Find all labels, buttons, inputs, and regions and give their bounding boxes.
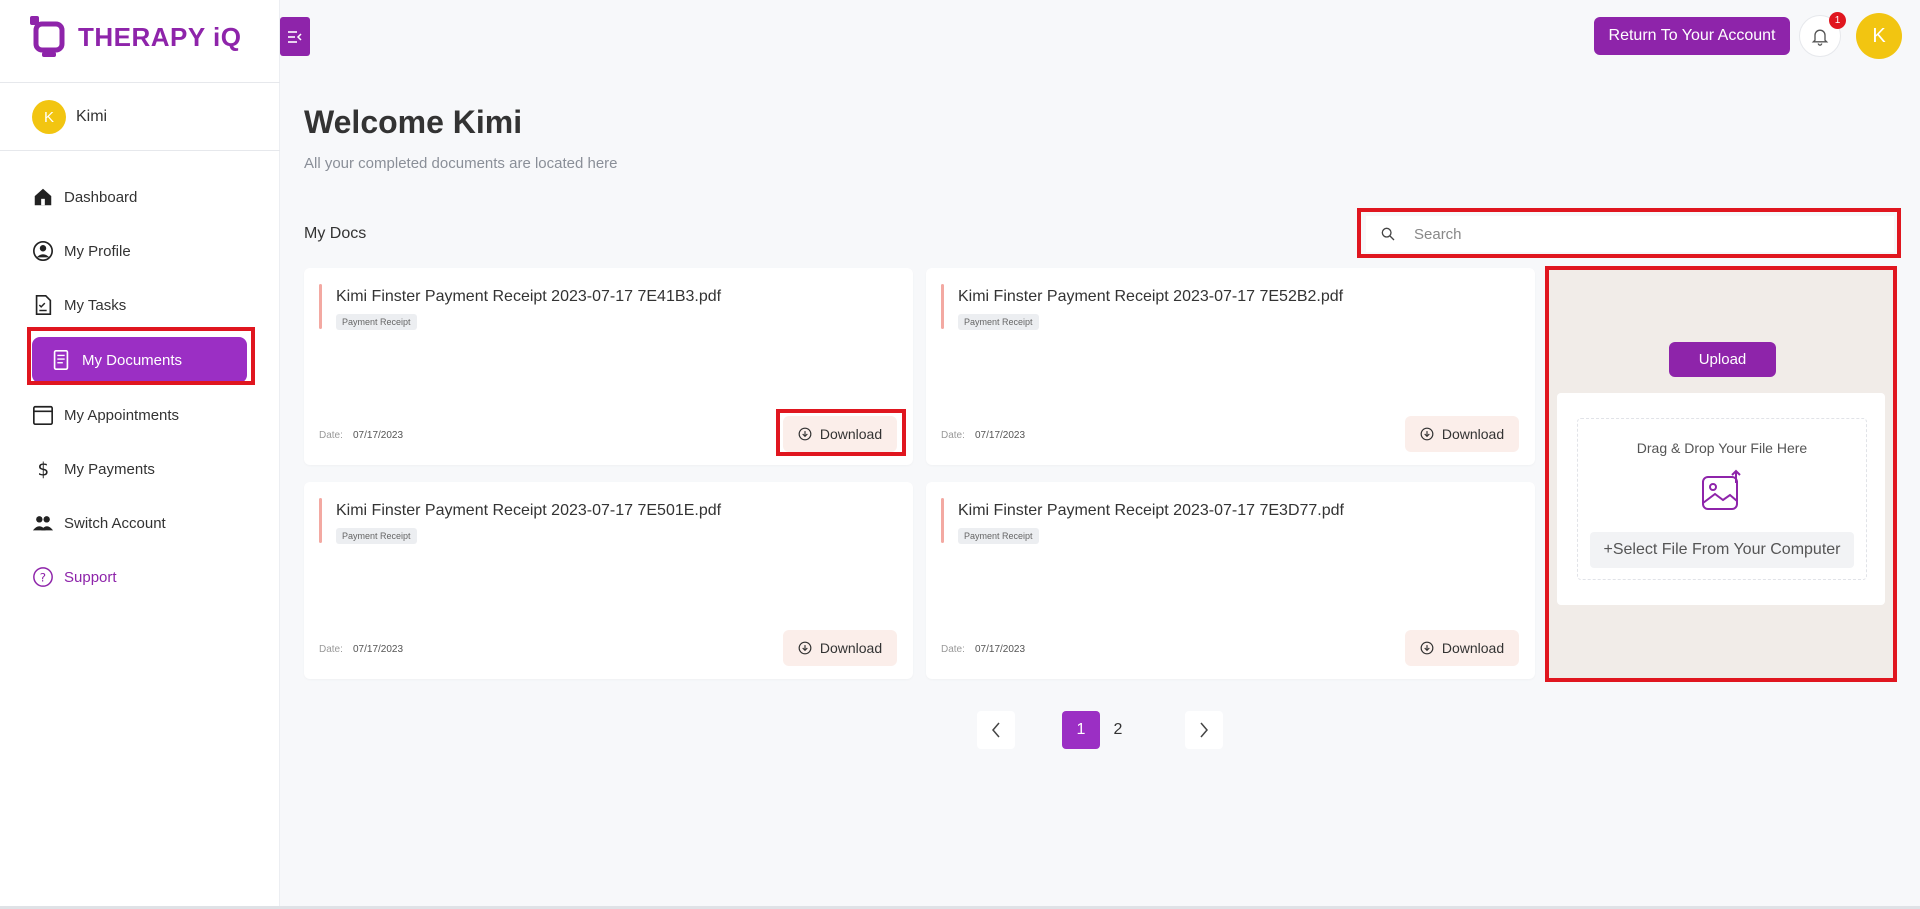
home-icon xyxy=(34,188,52,206)
sidebar-item-label: Dashboard xyxy=(64,188,138,206)
menu-collapse-icon xyxy=(288,30,302,43)
sidebar-item-my-tasks[interactable]: My Tasks xyxy=(30,283,250,327)
menu-toggle-button[interactable] xyxy=(280,17,310,56)
document-card: Kimi Finster Payment Receipt 2023-07-17 … xyxy=(926,268,1535,465)
avatar: K xyxy=(32,100,66,134)
download-icon xyxy=(1420,641,1434,655)
page-button-2[interactable]: 2 xyxy=(1099,711,1137,749)
date-label: Date: xyxy=(319,644,343,655)
welcome-name: Kimi xyxy=(452,104,523,140)
page-button-1[interactable]: 1 xyxy=(1062,711,1100,749)
document-title[interactable]: Kimi Finster Payment Receipt 2023-07-17 … xyxy=(336,288,721,306)
user-name: Kimi xyxy=(76,108,108,125)
document-title[interactable]: Kimi Finster Payment Receipt 2023-07-17 … xyxy=(336,502,721,520)
help-circle-icon: ? xyxy=(33,567,53,587)
bell-icon xyxy=(1811,29,1829,46)
document-date: 07/17/2023 xyxy=(975,644,1026,655)
user-info: K Kimi xyxy=(32,100,107,134)
document-date: 07/17/2023 xyxy=(353,644,404,655)
notification-badge: 1 xyxy=(1829,12,1846,29)
highlight-box xyxy=(776,409,906,456)
sidebar-item-dashboard[interactable]: Dashboard xyxy=(30,175,250,219)
document-date: 07/17/2023 xyxy=(353,430,404,441)
divider xyxy=(0,82,280,83)
card-accent-bar xyxy=(941,498,944,543)
download-label: Download xyxy=(819,640,883,656)
return-to-account-button[interactable]: Return To Your Account xyxy=(1594,17,1790,55)
document-card: Kimi Finster Payment Receipt 2023-07-17 … xyxy=(304,482,913,679)
next-page-button[interactable] xyxy=(1185,711,1223,749)
sidebar-item-my-appointments[interactable]: My Appointments xyxy=(30,393,250,437)
document-tag: Payment Receipt xyxy=(958,314,1039,330)
sidebar-item-label: My Tasks xyxy=(64,296,127,314)
chevron-left-icon xyxy=(992,722,1000,738)
brand-name: THERAPY iQ xyxy=(78,21,242,52)
account-avatar[interactable]: K xyxy=(1856,13,1902,59)
page-subtitle: All your completed documents are located… xyxy=(304,155,618,172)
logo-icon xyxy=(30,16,65,57)
sidebar-item-label: Support xyxy=(64,568,117,586)
document-tag: Payment Receipt xyxy=(336,528,417,544)
svg-text:$: $ xyxy=(38,459,50,480)
sidebar-item-label: Switch Account xyxy=(64,514,166,532)
sidebar-item-support[interactable]: ? Support xyxy=(30,555,250,599)
sidebar-item-switch-account[interactable]: Switch Account xyxy=(30,501,250,545)
document-date: 07/17/2023 xyxy=(975,430,1026,441)
card-accent-bar xyxy=(319,498,322,543)
sidebar-item-my-payments[interactable]: $ My Payments xyxy=(30,447,250,491)
notifications-button[interactable]: 1 xyxy=(1799,12,1846,57)
sidebar: THERAPY iQ K Kimi Dashboard My Profile M… xyxy=(0,0,280,909)
section-title: My Docs xyxy=(304,225,367,242)
chevron-right-icon xyxy=(1200,722,1208,738)
download-button[interactable]: Download xyxy=(783,630,897,666)
sidebar-item-label: My Payments xyxy=(64,460,155,478)
download-label: Download xyxy=(1441,640,1505,656)
date-label: Date: xyxy=(941,644,965,655)
download-button[interactable]: Download xyxy=(1405,630,1519,666)
download-icon xyxy=(1420,427,1434,441)
users-icon xyxy=(32,516,54,531)
highlight-box xyxy=(27,327,255,385)
search-icon xyxy=(1381,227,1395,241)
card-accent-bar xyxy=(941,284,944,329)
download-icon xyxy=(798,641,812,655)
download-label: Download xyxy=(1441,426,1505,442)
date-label: Date: xyxy=(941,430,965,441)
document-title[interactable]: Kimi Finster Payment Receipt 2023-07-17 … xyxy=(958,502,1344,520)
download-button[interactable]: Download xyxy=(1405,416,1519,452)
sidebar-item-my-profile[interactable]: My Profile xyxy=(30,229,250,273)
sidebar-item-label: My Profile xyxy=(64,242,131,260)
document-tag: Payment Receipt xyxy=(336,314,417,330)
highlight-box xyxy=(1545,266,1897,682)
sidebar-nav: Dashboard My Profile My Tasks My Documen… xyxy=(30,175,250,609)
previous-page-button[interactable] xyxy=(977,711,1015,749)
svg-text:?: ? xyxy=(40,571,46,585)
date-label: Date: xyxy=(319,430,343,441)
search-input[interactable] xyxy=(1414,225,1874,243)
sidebar-item-label: My Appointments xyxy=(64,406,180,424)
dollar-icon: $ xyxy=(38,459,50,480)
document-title[interactable]: Kimi Finster Payment Receipt 2023-07-17 … xyxy=(958,288,1343,306)
calendar-icon xyxy=(33,405,53,425)
user-circle-icon xyxy=(33,241,53,261)
search-box xyxy=(1366,216,1894,252)
document-tag: Payment Receipt xyxy=(958,528,1039,544)
divider xyxy=(0,150,280,151)
task-doc-icon xyxy=(35,295,52,315)
brand-logo[interactable]: THERAPY iQ xyxy=(30,16,241,58)
card-accent-bar xyxy=(319,284,322,329)
page-title: Welcome Kimi xyxy=(304,104,522,141)
document-card: Kimi Finster Payment Receipt 2023-07-17 … xyxy=(926,482,1535,679)
welcome-prefix: Welcome xyxy=(304,104,444,140)
